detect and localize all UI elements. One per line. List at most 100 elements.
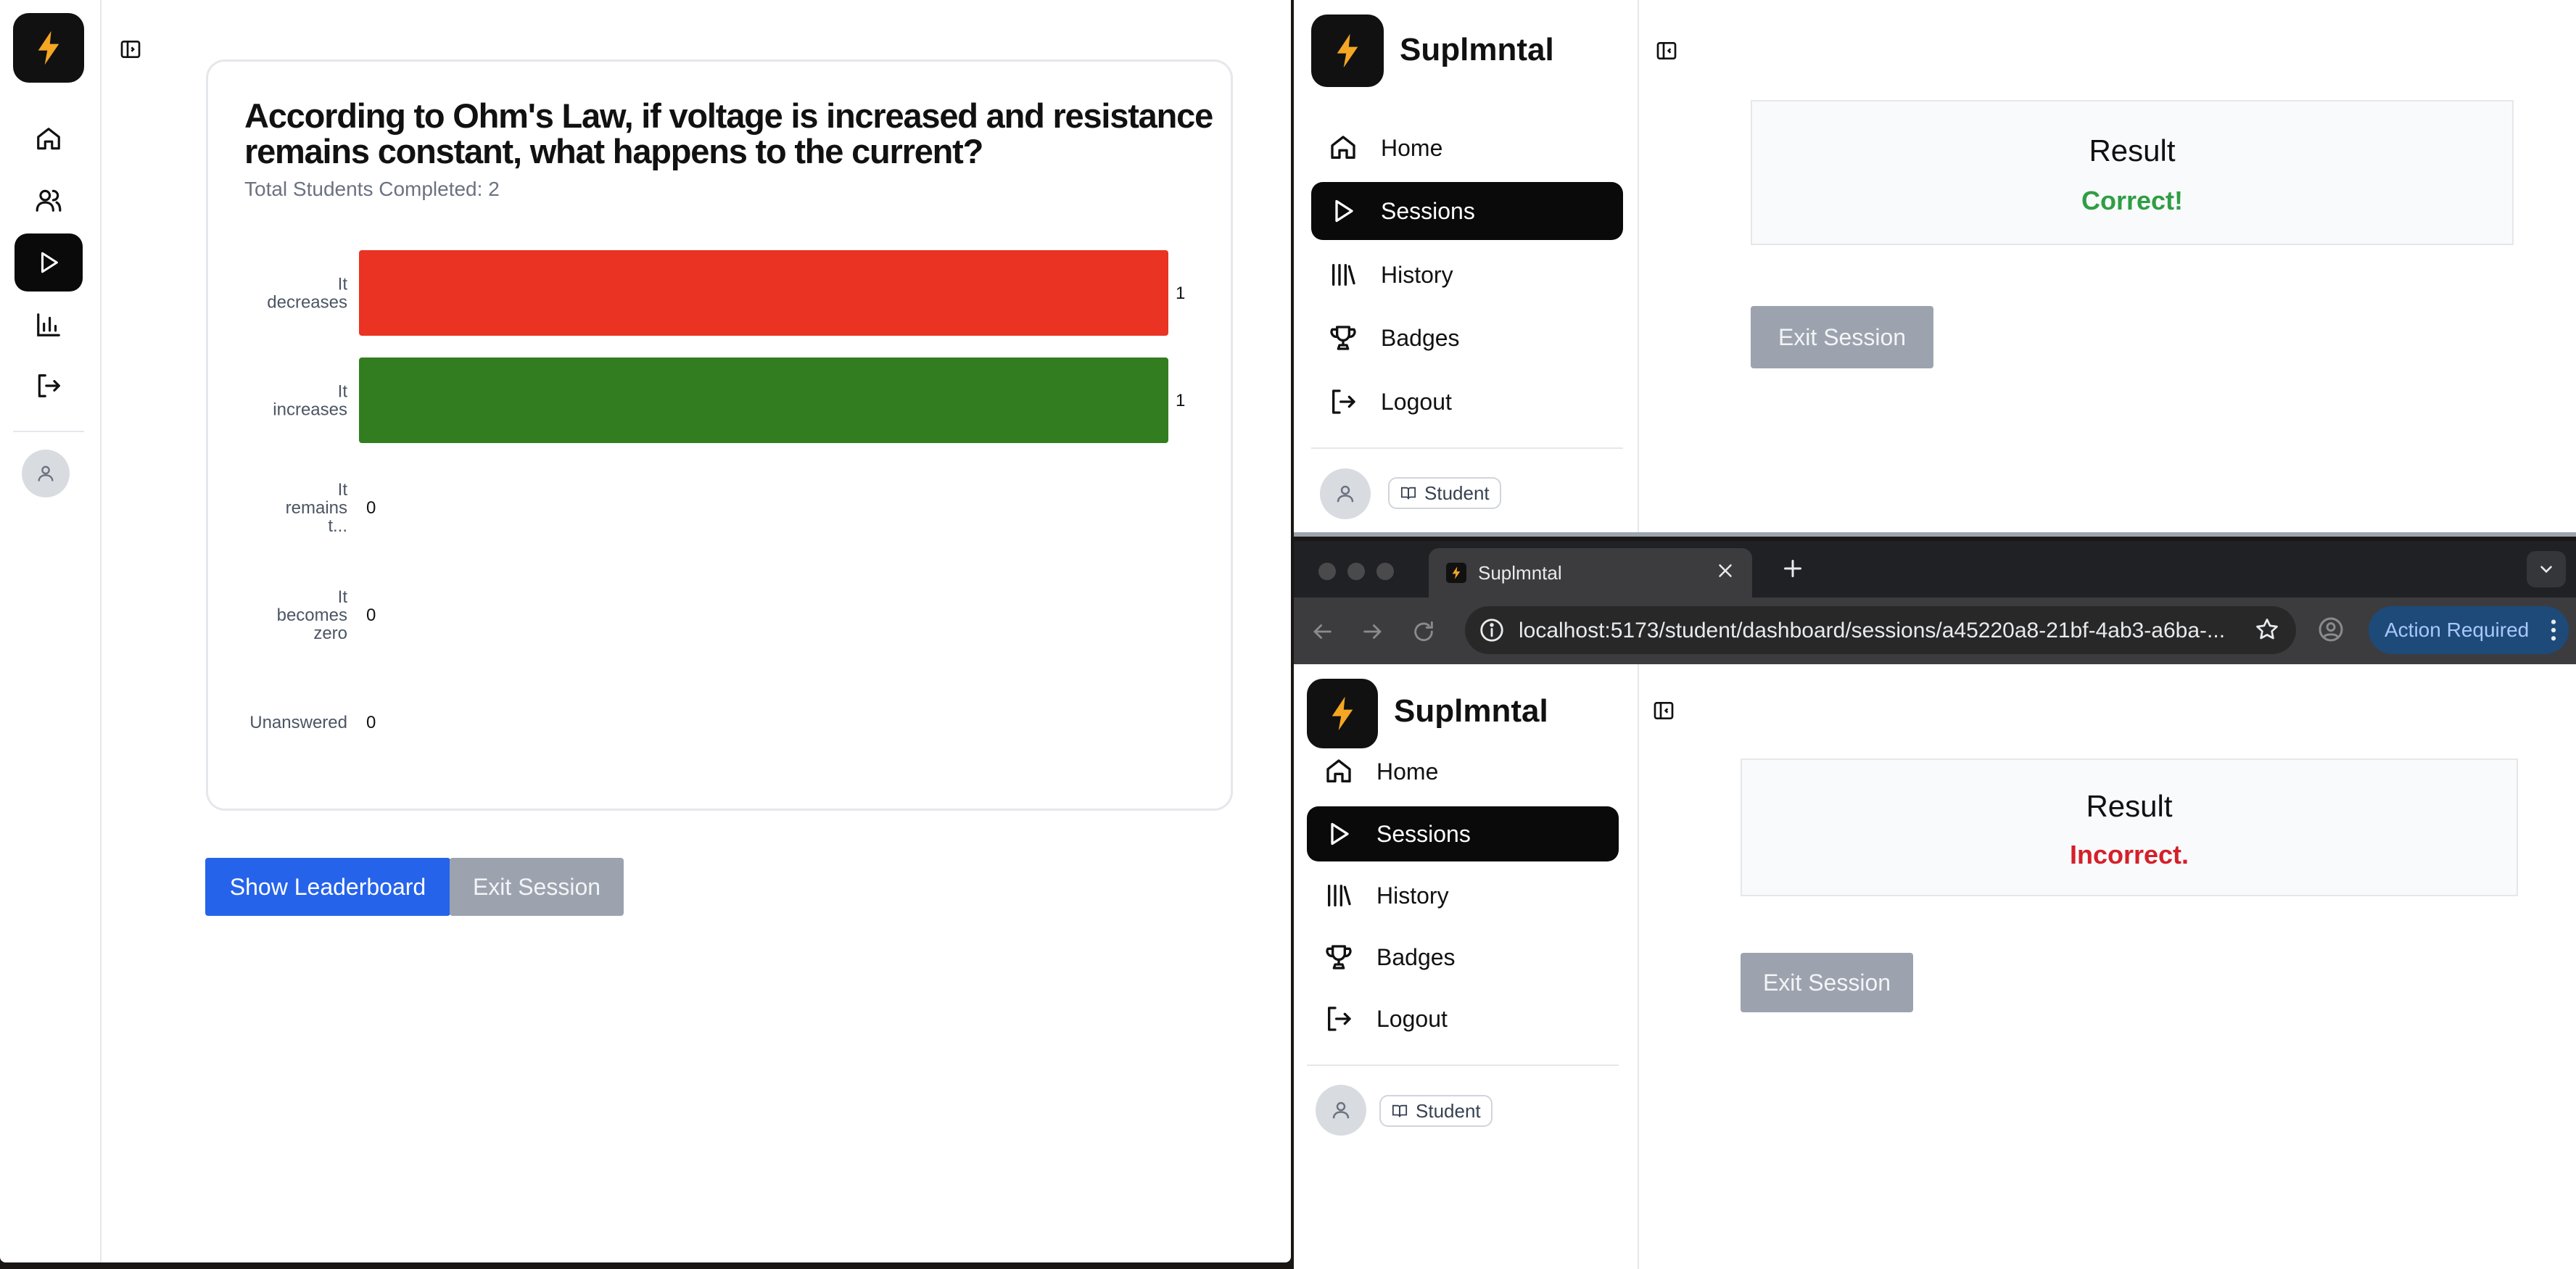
sidebar-toggle-button[interactable] [1652, 699, 1675, 722]
address-bar[interactable]: localhost:5173/student/dashboard/session… [1465, 606, 2296, 654]
favicon [1446, 563, 1466, 583]
chart-category-label: zero [313, 624, 347, 643]
role-label: Student [1424, 481, 1490, 504]
rail-sessions[interactable] [15, 233, 83, 292]
sidebar-item-label: Home [1376, 758, 1439, 785]
question-title: According to Ohm's Law, if voltage is in… [244, 96, 1213, 170]
chart-value-label: 0 [366, 498, 376, 518]
sidebar-toggle-button[interactable] [1655, 39, 1678, 62]
role-badge: Student [1379, 1095, 1493, 1127]
chart-category-label: It [338, 587, 348, 607]
action-required-button[interactable]: Action Required [2369, 606, 2569, 654]
sidebar-item-home[interactable]: Home [1307, 744, 1619, 799]
sidebar-item-sessions[interactable]: Sessions [1311, 182, 1623, 240]
sidebar-item-label: Sessions [1376, 820, 1471, 847]
home-icon [1326, 759, 1351, 782]
panel-left-close-icon [1656, 42, 1677, 59]
exit-session-button[interactable]: Exit Session [1741, 953, 1913, 1012]
tab-title: Suplmntal [1478, 561, 1562, 584]
rail-stats[interactable] [15, 296, 83, 354]
chart-category-label: remains [286, 498, 347, 518]
chart-category-label: decreases [267, 293, 347, 313]
reload-button[interactable] [1411, 619, 1436, 644]
browser-tab-strip: Suplmntal [1294, 541, 2576, 598]
new-tab-button[interactable] [1780, 555, 1806, 582]
chevron-down-icon [2540, 566, 2552, 574]
tab-search-button[interactable] [2527, 551, 2566, 587]
bookmark-star-icon[interactable] [2254, 616, 2280, 642]
chart-value-label: 0 [366, 713, 376, 732]
logout-icon [1328, 1006, 1351, 1031]
app-logo[interactable] [13, 13, 84, 83]
window-zoom-control[interactable] [1376, 563, 1394, 580]
trophy-icon [1326, 945, 1352, 970]
logout-icon [1332, 389, 1355, 414]
sidebar-toggle-button[interactable] [119, 38, 142, 61]
book-icon [1400, 487, 1416, 500]
sidebar-item-history[interactable]: History [1311, 246, 1623, 304]
panel-left-icon [120, 41, 141, 58]
result-value: Incorrect. [2069, 840, 2189, 869]
sidebar-item-history[interactable]: History [1307, 868, 1619, 923]
profile-button[interactable] [2316, 615, 2345, 644]
sidebar-item-badges[interactable]: Badges [1307, 930, 1619, 985]
tab-close-icon[interactable] [1714, 560, 1736, 582]
exit-session-button[interactable]: Exit Session [450, 858, 624, 916]
chart-category-label: increases [273, 400, 347, 420]
sidebar-item-logout[interactable]: Logout [1307, 991, 1619, 1046]
window-close-control[interactable] [1318, 563, 1336, 580]
kebab-menu-icon[interactable] [2550, 618, 2557, 642]
total-completed: Total Students Completed: 2 [244, 178, 500, 200]
sidebar-item-label: History [1376, 882, 1449, 909]
account-circle-icon [2319, 617, 2343, 642]
rail-users[interactable] [15, 171, 83, 229]
avatar[interactable] [1316, 1085, 1366, 1136]
library-icon [1332, 264, 1355, 286]
window-minimize-control[interactable] [1347, 563, 1365, 580]
sidebar-divider [1307, 1065, 1619, 1066]
avatar[interactable] [1320, 468, 1371, 519]
result-title: Result [2089, 133, 2176, 168]
sidebar-item-label: Logout [1381, 388, 1452, 415]
browser-window: Suplmntal localhost:5173/student/dashboa… [1294, 541, 2576, 1269]
forward-button[interactable] [1361, 619, 1385, 644]
user-icon [1337, 485, 1354, 503]
sidebar-item-label: Badges [1376, 943, 1456, 970]
results-bar-chart: Itdecreases 1Itincreases 1Itremainst...0It… [249, 250, 1185, 732]
result-panel: Result Incorrect. [1741, 758, 2518, 896]
sidebar-item-badges[interactable]: Badges [1311, 309, 1623, 367]
exit-session-button[interactable]: Exit Session [1751, 306, 1933, 368]
logout-icon [38, 374, 60, 397]
chart-value-label: 1 [1176, 284, 1185, 303]
rail-divider [13, 431, 84, 432]
sidebar-item-label: Badges [1381, 324, 1460, 351]
sidebar-item-logout[interactable]: Logout [1311, 373, 1623, 431]
show-leaderboard-button[interactable]: Show Leaderboard [205, 858, 450, 916]
page-content: Suplmntal Home Sessions History Badges L… [1294, 664, 2576, 1269]
student-window-correct: Suplmntal Home Sessions History Badges L… [1294, 0, 2576, 537]
browser-tab[interactable]: Suplmntal [1429, 548, 1752, 598]
action-required-label: Action Required [2385, 619, 2530, 641]
result-title: Result [2086, 789, 2173, 823]
rail-logout[interactable] [15, 357, 83, 415]
sidebar-item-sessions[interactable]: Sessions [1307, 806, 1619, 861]
role-label: Student [1416, 1099, 1481, 1122]
sidebar-item-home[interactable]: Home [1311, 119, 1623, 177]
chart-category-label: becomes [277, 605, 347, 625]
play-icon [41, 252, 58, 273]
lightning-icon [1452, 566, 1461, 579]
lightning-icon [1332, 696, 1353, 731]
site-info-icon[interactable] [1478, 616, 1506, 644]
sidebar-item-label: Logout [1376, 1005, 1448, 1032]
rail-home[interactable] [15, 110, 83, 168]
avatar[interactable] [22, 450, 70, 497]
brand-name: Suplmntal [1394, 693, 1548, 729]
chart-category-label: Unanswered [249, 713, 347, 732]
app-logo[interactable] [1311, 15, 1384, 87]
user-icon [1332, 1101, 1350, 1119]
app-logo[interactable] [1307, 679, 1378, 748]
back-button[interactable] [1310, 619, 1334, 644]
chart-value-label: 0 [366, 605, 376, 625]
chart-bar [359, 357, 1168, 443]
home-icon [1331, 136, 1355, 159]
